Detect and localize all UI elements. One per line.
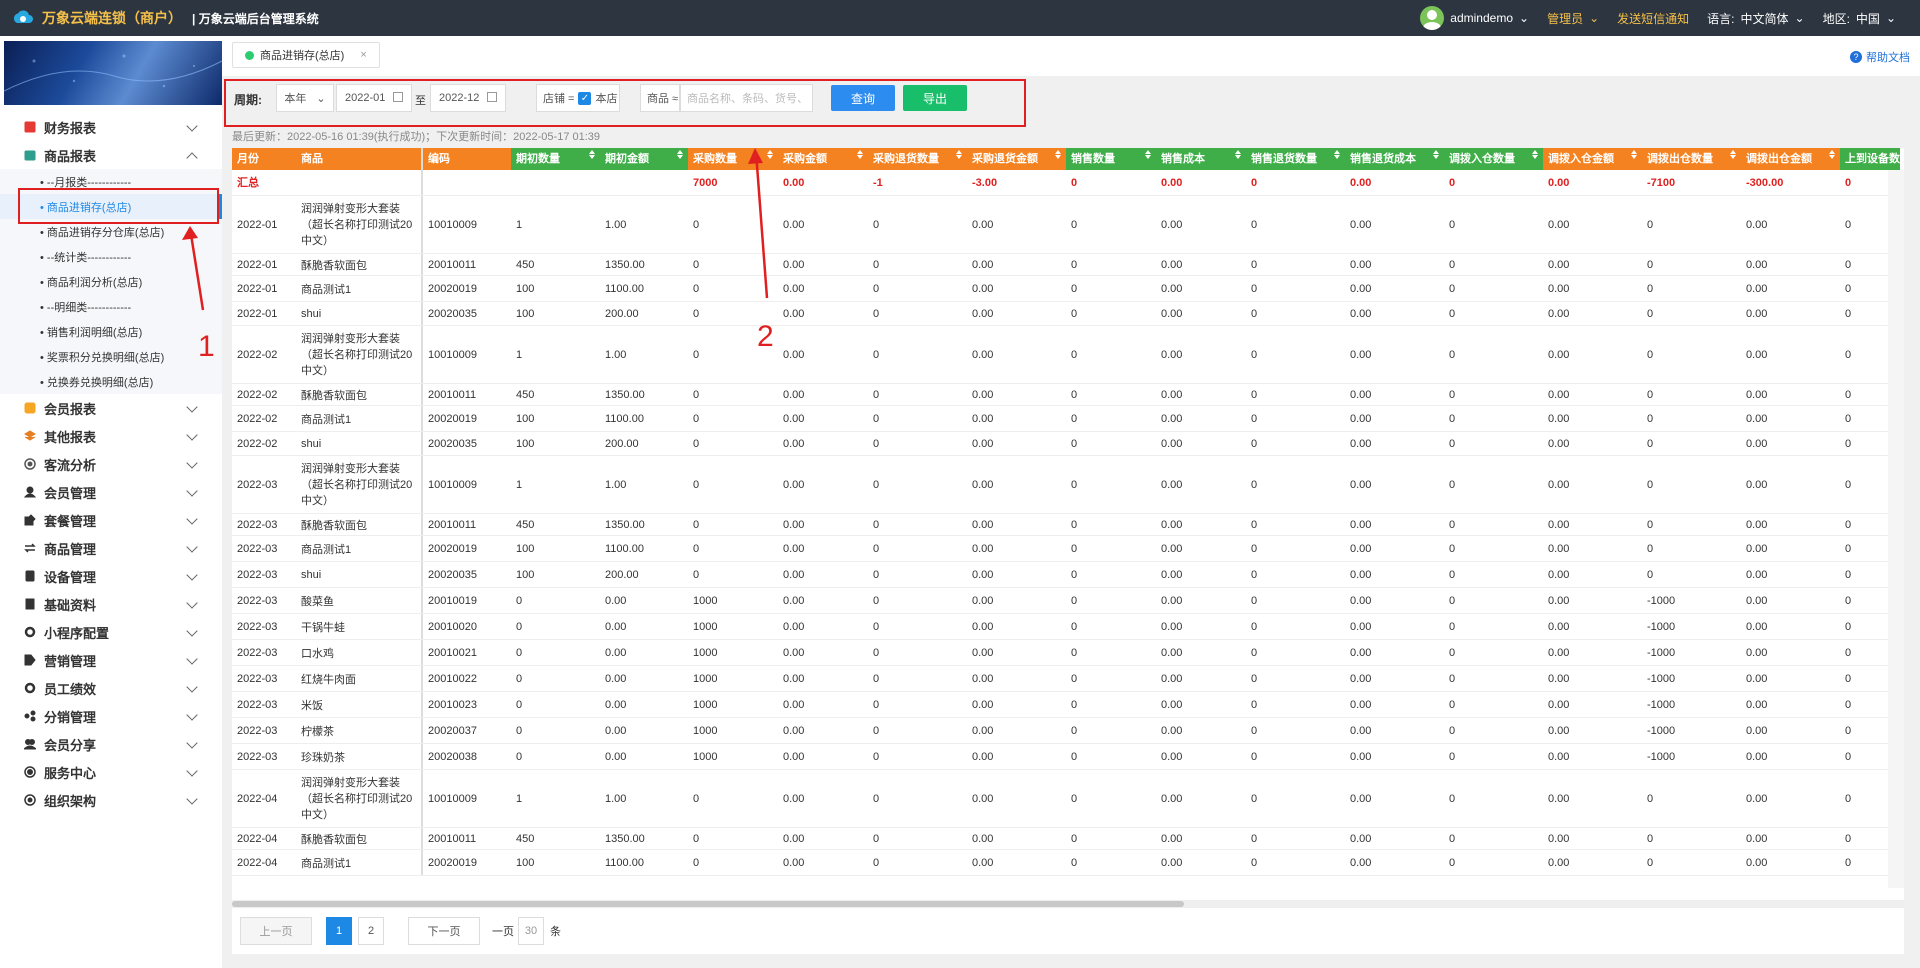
annotation-label-1: 1 — [198, 330, 215, 363]
annotation-arrows — [182, 148, 769, 311]
annotation-label-2: 2 — [757, 320, 774, 353]
